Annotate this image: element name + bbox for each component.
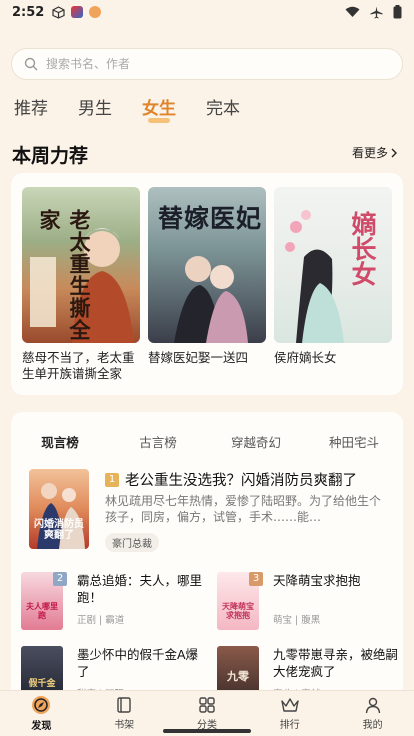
weekly-book[interactable]: 老太重生撕全家 慈母不当了，老太重生单开族谱撕全家 (22, 187, 140, 382)
tab-fantasy[interactable]: 穿越奇幻 (207, 432, 305, 451)
book-meta: 萌宝 | 腹黑 (273, 615, 321, 626)
book-title: 慈母不当了，老太重生单开族谱撕全家 (22, 350, 135, 381)
nav-label: 发现 (31, 721, 52, 732)
system-icons (345, 5, 402, 19)
tab-male[interactable]: 男生 (78, 94, 112, 119)
tab-female[interactable]: 女生 (142, 94, 176, 123)
book-title: 墨少怀中的假千金A爆了 (77, 647, 199, 679)
tab-completed[interactable]: 完本 (206, 94, 240, 119)
top-book-title-row: 1 老公重生没选我？闪婚消防员爽翻了 (105, 469, 357, 490)
ranking-item[interactable]: 天降萌宝求抱抱 3 天降萌宝求抱抱 萌宝 | 腹黑 (217, 572, 402, 634)
cover-text: 假千金 (28, 679, 56, 689)
nav-ranking[interactable]: 排行 (248, 691, 331, 736)
ranking-tabs: 现言榜 古言榜 穿越奇幻 种田宅斗 (11, 432, 403, 454)
see-more-button[interactable]: 看更多 (352, 144, 398, 161)
book-cover: 替嫁医妃 (148, 187, 266, 343)
rank-badge: 3 (249, 572, 263, 586)
search-input[interactable] (46, 57, 346, 71)
book-title: 老公重生没选我？闪婚消防员爽翻了 (125, 473, 357, 489)
see-more-label: 看更多 (351, 146, 388, 160)
ranking-card: 现言榜 古言榜 穿越奇幻 种田宅斗 闪婚消防员爽翻了 1 老公重生没选我？闪婚消… (11, 412, 403, 712)
book-cover: 老太重生撕全家 (22, 187, 140, 343)
genre-tag: 豪门总裁 (105, 533, 159, 552)
compass-icon (32, 696, 51, 714)
book-title: 替嫁医妃娶一送四 (148, 350, 249, 365)
chevron-right-icon (391, 148, 397, 157)
notification-icons (52, 5, 102, 19)
weekly-picks-card: 老太重生撕全家 慈母不当了，老太重生单开族谱撕全家 替嫁医妃 替嫁医妃娶一送四 (11, 173, 403, 395)
weekly-title: 本周力荐 (12, 145, 89, 167)
user-icon (365, 697, 380, 714)
status-bar: 2:52 (0, 0, 414, 24)
rank-badge: 2 (53, 572, 67, 586)
home-indicator (163, 729, 251, 733)
book-icon (117, 697, 131, 713)
book-meta: 正剧 | 霸道 (77, 615, 125, 626)
cover-text: 嫡长女 (348, 211, 377, 286)
grid-icon (199, 697, 215, 713)
crown-icon (281, 698, 299, 712)
book-description: 林见疏用尽七年热情，爱惨了陆昭野。为了给他生个孩子，同房，偏方，试管，手术……能… (105, 494, 382, 524)
ranking-item[interactable]: 夫人哪里跑 2 霸总追婚：夫人，哪里跑！ 正剧 | 霸道 (21, 572, 206, 634)
tab-ancient-romance[interactable]: 古言榜 (109, 432, 207, 451)
nav-discover[interactable]: 发现 (0, 691, 83, 736)
nav-label: 书架 (114, 720, 135, 731)
nav-profile[interactable]: 我的 (331, 691, 414, 736)
avatar-notification-icon (89, 6, 102, 18)
nav-label: 排行 (279, 720, 300, 731)
cover-text: 闪婚消防员爽翻了 (34, 519, 84, 541)
battery-icon (393, 5, 402, 19)
cover-text: 替嫁医妃 (158, 204, 263, 233)
app-notification-icon (71, 6, 84, 18)
ranking-top-item[interactable]: 闪婚消防员爽翻了 1 老公重生没选我？闪婚消防员爽翻了 林见疏用尽七年热情，爱惨… (29, 469, 389, 552)
weekly-book[interactable]: 嫡长女 侯府嫡长女 (274, 187, 392, 366)
book-cover: 嫡长女 (274, 187, 392, 343)
book-title: 九零带崽寻亲，被绝嗣大佬宠疯了 (273, 647, 399, 679)
airplane-icon (370, 6, 383, 18)
tab-farming[interactable]: 种田宅斗 (305, 432, 403, 451)
book-title: 霸总追婚：夫人，哪里跑！ (77, 573, 203, 605)
book-title: 侯府嫡长女 (274, 350, 337, 365)
book-cover: 闪婚消防员爽翻了 (29, 469, 89, 549)
cover-text: 夫人哪里跑 (26, 602, 58, 620)
book-title: 天降萌宝求抱抱 (273, 573, 361, 588)
status-time: 2:52 (12, 4, 45, 20)
tab-modern-romance[interactable]: 现言榜 (11, 432, 109, 454)
weekly-book[interactable]: 替嫁医妃 替嫁医妃娶一送四 (148, 187, 266, 366)
category-tabs: 推荐 男生 女生 完本 (14, 94, 240, 123)
wifi-icon (345, 6, 360, 17)
search-icon (24, 57, 38, 71)
rank-badge: 1 (105, 472, 119, 487)
cube-icon (52, 5, 65, 19)
cover-text: 天降萌宝求抱抱 (222, 602, 254, 620)
cover-text: 老太重生撕全家 (37, 209, 91, 341)
nav-label: 我的 (362, 720, 383, 731)
search-bar[interactable] (11, 48, 403, 80)
cover-text: 九零 (227, 670, 249, 683)
tab-recommend[interactable]: 推荐 (14, 94, 48, 119)
nav-bookshelf[interactable]: 书架 (83, 691, 166, 736)
